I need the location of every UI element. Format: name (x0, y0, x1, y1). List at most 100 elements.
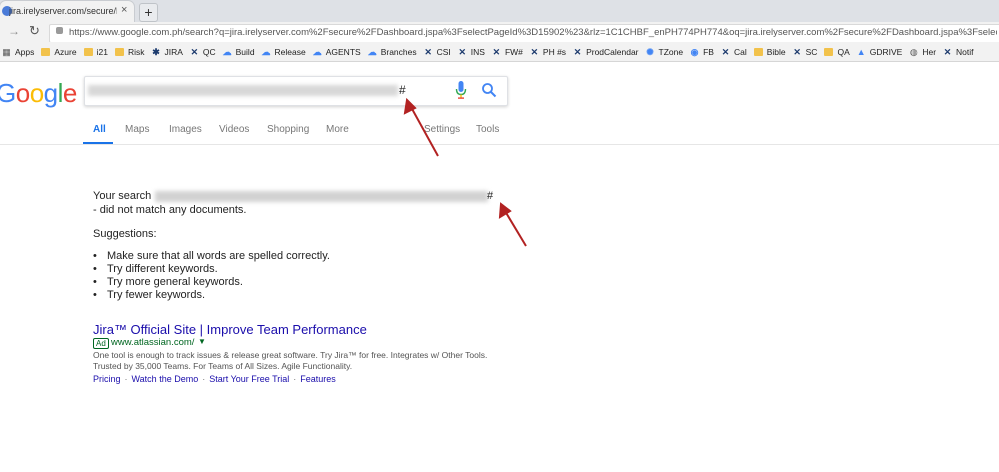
sitelink-separator: · (202, 374, 206, 384)
bookmark-label: Notif (956, 46, 974, 57)
redacted-query (88, 85, 398, 96)
bookmark-label: TZone (658, 46, 684, 57)
bookmark-agents[interactable]: ☁ AGENTS (313, 47, 361, 57)
sitelink-pricing[interactable]: Pricing (93, 374, 121, 384)
bookmark-csi[interactable]: ✕ CSI (424, 46, 450, 57)
tzone-icon: ✺ (646, 46, 654, 57)
bookmark-her[interactable]: ◍ Her (909, 47, 936, 57)
x-icon: ✕ (492, 46, 501, 57)
folder-icon (753, 47, 763, 56)
bookmark-label: FB (703, 46, 714, 57)
bookmark-tzone[interactable]: ✺ TZone (646, 46, 684, 57)
sitelink-features[interactable]: Features (300, 374, 336, 384)
sitelink-trial[interactable]: Start Your Free Trial (209, 374, 289, 384)
bookmark-release[interactable]: ☁ Release (262, 47, 306, 57)
sitelink-demo[interactable]: Watch the Demo (132, 374, 199, 384)
suggestions-heading: Suggestions: (93, 228, 157, 240)
bookmark-ph-s[interactable]: ✕ PH #s (530, 47, 566, 57)
bookmark-notif[interactable]: ✕ Notif (943, 46, 974, 57)
bookmark-label: Build (235, 46, 255, 57)
jira-icon: ✱ (152, 46, 160, 57)
bookmark-label: QC (202, 46, 216, 57)
x-icon: ✕ (721, 46, 730, 57)
tab-settings[interactable]: Settings (424, 124, 460, 135)
bookmark-label: Bible (766, 46, 786, 57)
bookmark-fb[interactable]: ◉ FB (690, 47, 714, 57)
bookmark-label: Apps (15, 46, 35, 57)
bookmark-apps[interactable]: ▦ Apps (2, 47, 34, 57)
bookmark-cal[interactable]: ✕ Cal (721, 47, 747, 57)
redacted-search-term (155, 191, 488, 202)
bookmark-label: Cal (733, 46, 747, 57)
bookmark-label: JIRA (164, 46, 183, 57)
tab-close-icon[interactable]: × (121, 4, 127, 16)
ad-url[interactable]: www.atlassian.com/ (111, 337, 194, 348)
tab-all[interactable]: All (93, 124, 106, 135)
bookmark-label: Her (922, 46, 937, 57)
cloud-icon: ☁ (261, 46, 271, 57)
ad-description: One tool is enough to track issues & rel… (93, 350, 488, 371)
google-logo[interactable]: Google (0, 78, 77, 109)
reload-icon[interactable]: ↻ (29, 23, 40, 39)
bookmark-sc[interactable]: ✕ SC (793, 46, 818, 57)
globe-icon: ◍ (909, 46, 918, 57)
drive-icon: ▲ (856, 46, 866, 57)
folder-icon (114, 47, 124, 56)
bookmark-label: QA (837, 46, 850, 57)
bookmark-jira[interactable]: ✱ JIRA (151, 46, 183, 57)
bookmark-qa[interactable]: QA (824, 46, 850, 57)
bookmark-label: INS (470, 46, 485, 57)
url-text[interactable]: https://www.google.com.ph/search?q=jira.… (69, 27, 997, 38)
tab-videos[interactable]: Videos (219, 124, 249, 135)
tab-shopping[interactable]: Shopping (267, 124, 309, 135)
microphone-icon[interactable] (455, 81, 467, 99)
bookmark-azure[interactable]: Azure (41, 47, 77, 57)
suggestion-item: Try more general keywords. (93, 276, 330, 289)
bookmark-i21[interactable]: i21 (83, 47, 108, 57)
query-suffix: # (399, 83, 406, 97)
tab-maps[interactable]: Maps (125, 124, 149, 135)
bookmark-bible[interactable]: Bible (753, 46, 786, 57)
ad-title-link[interactable]: Jira™ Official Site | Improve Team Perfo… (93, 322, 367, 337)
bookmark-label: SC (805, 46, 818, 57)
header-divider (0, 144, 999, 145)
suggestion-item: Try fewer keywords. (93, 289, 330, 302)
ad-sitelinks: Pricing · Watch the Demo · Start Your Free T… (93, 374, 336, 384)
chrome-icon: ◉ (690, 46, 699, 57)
folder-icon (824, 47, 834, 56)
ad-dropdown-icon[interactable]: ▼ (198, 337, 206, 346)
bookmark-label: Risk (127, 46, 145, 57)
tab-tools[interactable]: Tools (476, 124, 499, 135)
bookmark-branches[interactable]: ☁ Branches (368, 47, 417, 57)
bookmark-fw[interactable]: ✕ FW# (492, 47, 523, 57)
annotation-arrow-2 (504, 210, 527, 247)
your-search-label: Your search (93, 190, 152, 202)
bookmark-prodcalendar[interactable]: ✕ ProdCalendar (573, 47, 639, 57)
bookmark-risk[interactable]: Risk (114, 46, 145, 57)
suggestions-list: Make sure that all words are spelled cor… (93, 250, 330, 302)
lock-icon[interactable] (56, 27, 63, 34)
bookmark-gdrive[interactable]: ▲ GDRIVE (857, 47, 903, 57)
cloud-icon: ☁ (367, 46, 377, 57)
bookmark-qc[interactable]: ✕ QC (190, 47, 216, 57)
bookmark-ins[interactable]: ✕ INS (458, 47, 485, 57)
suggestion-item: Make sure that all words are spelled cor… (93, 250, 330, 263)
tab-images[interactable]: Images (169, 124, 202, 135)
sitelink-separator: · (293, 374, 297, 384)
x-icon: ✕ (424, 46, 432, 57)
new-tab-button[interactable]: + (139, 3, 158, 22)
annotation-arrowhead-2 (498, 202, 512, 219)
cloud-icon: ☁ (312, 46, 322, 57)
apps-icon: ▦ (2, 46, 11, 57)
bookmark-label: FW# (504, 46, 523, 57)
browser-tab[interactable]: jira.irelyserver.com/secure/Dashb × (0, 1, 134, 22)
x-icon: ✕ (943, 46, 952, 57)
tab-more[interactable]: More (326, 124, 349, 135)
forward-arrow-icon[interactable]: → (8, 24, 20, 38)
folder-icon (41, 47, 51, 56)
folder-icon (83, 47, 93, 56)
x-icon: ✕ (530, 46, 539, 57)
suggestion-item: Try different keywords. (93, 263, 330, 276)
bookmark-build[interactable]: ☁ Build (223, 47, 255, 57)
search-icon[interactable] (481, 82, 497, 98)
